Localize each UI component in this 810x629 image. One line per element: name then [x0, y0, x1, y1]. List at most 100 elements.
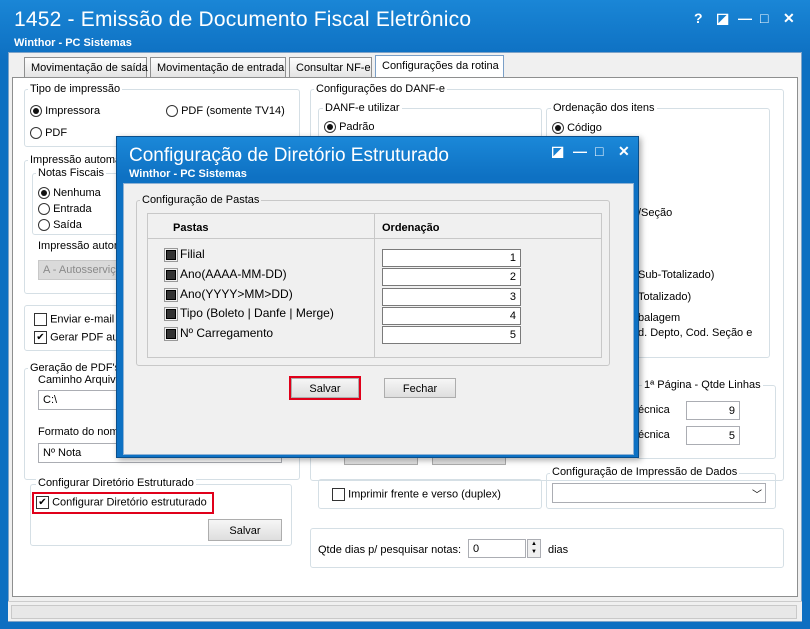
pagina-linhas-group [636, 385, 776, 459]
dialog-client: Configuração de Pastas Pastas Ordenação … [123, 183, 634, 455]
radio-saida-icon [38, 219, 50, 232]
radio-nenhuma[interactable]: Nenhuma [38, 187, 101, 200]
radio-impressora-icon [30, 105, 42, 118]
radio-pdf-tv14[interactable]: PDF (somente TV14) [166, 105, 285, 118]
pasta-row-3[interactable]: Ano(YYYY>MM>DD) [164, 287, 293, 302]
enviar-email-label: Enviar e-mail a [50, 313, 124, 326]
impressao-automatica-select[interactable]: A - Autosserviço [38, 260, 124, 280]
ordenacao-secao-text: /Seção [638, 207, 673, 219]
radio-pdf-tv14-icon [166, 105, 178, 118]
pasta-row-3-label: Ano(YYYY>MM>DD) [180, 287, 293, 301]
danfe-utilizar-label: DANF-e utilizar [323, 102, 402, 114]
radio-impressora-label: Impressora [45, 105, 101, 117]
status-bar-inner [11, 605, 797, 619]
radio-pdf-tv14-label: PDF (somente TV14) [181, 105, 285, 117]
email-pdf-group [24, 305, 128, 351]
configurar-diretorio-checkbox[interactable]: ✔ Configurar Diretório estruturado [32, 492, 214, 514]
radio-nenhuma-label: Nenhuma [53, 187, 101, 199]
linhas-input-2[interactable]: 5 [686, 426, 740, 445]
radio-padrao[interactable]: Padrão [324, 121, 375, 134]
impressao-automatica-label: Impressão autom [36, 240, 125, 252]
pasta-row-2-checkbox[interactable] [164, 267, 178, 282]
tab-configuracoes-rotina[interactable]: Configurações da rotina [375, 55, 504, 78]
tab-movimentacao-entrada[interactable]: Movimentação de entrada [150, 57, 286, 77]
radio-pdf[interactable]: PDF [30, 127, 67, 140]
dialog-maximize-icon[interactable]: □ [595, 143, 603, 159]
geracao-pdfs-label: Geração de PDF's [28, 362, 123, 374]
diretorio-save-button[interactable]: Salvar [208, 519, 282, 541]
window-title: 1452 - Emissão de Documento Fiscal Eletr… [14, 8, 472, 31]
ordenacao-tot-text: Totalizado) [638, 291, 692, 303]
restore-icon[interactable]: ◪ [716, 10, 729, 27]
chevron-down-icon: ﹀ [752, 490, 762, 501]
config-impressao-select[interactable] [552, 483, 766, 503]
pasta-row-5-checkbox[interactable] [164, 326, 178, 341]
close-icon[interactable]: ✕ [783, 10, 795, 27]
pasta-row-3-checkbox[interactable] [164, 287, 178, 302]
ordem-input-1[interactable]: 1 [382, 249, 521, 267]
radio-pdf-icon [30, 127, 42, 140]
qtde-dias-label: Qtde dias p/ pesquisar notas: [318, 544, 462, 556]
radio-saida[interactable]: Saída [38, 219, 82, 232]
minimize-icon[interactable]: — [738, 10, 752, 26]
qtde-dias-unit: dias [548, 544, 569, 556]
tab-consultar-nfe[interactable]: Consultar NF-e [289, 57, 372, 77]
radio-codigo-label: Código [567, 122, 602, 134]
dialog-close-icon[interactable]: ✕ [618, 143, 630, 160]
radio-entrada[interactable]: Entrada [38, 203, 92, 216]
ordem-input-5[interactable]: 5 [382, 326, 521, 344]
pasta-row-4[interactable]: Tipo (Boleto | Danfe | Merge) [164, 306, 334, 321]
pasta-row-5-label: Nº Carregamento [180, 326, 274, 340]
pagina-linhas-label: 1ª Página - Qtde Linhas [642, 379, 763, 391]
dialog-restore-icon[interactable]: ◪ [551, 143, 564, 160]
ordenacao-emb-text: balagem [638, 312, 681, 324]
pasta-row-1-label: Filial [180, 247, 205, 261]
window-subtitle: Winthor - PC Sistemas [14, 37, 132, 49]
pasta-row-4-checkbox[interactable] [164, 306, 178, 321]
linhas-label-2: écnica [638, 429, 670, 441]
duplex-checkbox[interactable]: Imprimir frente e verso (duplex) [332, 488, 501, 501]
qtde-dias-stepper[interactable]: ▲ ▼ [527, 539, 541, 558]
configurar-diretorio-box: ✔ [36, 496, 49, 509]
pastas-group-label: Configuração de Pastas [140, 194, 262, 206]
ordenacao-depto-text: d. Depto, Cod. Seção e [638, 327, 753, 339]
gerar-pdf-checkbox[interactable]: ✔ Gerar PDF aut [34, 331, 122, 344]
ordem-input-4[interactable]: 4 [382, 307, 521, 325]
radio-saida-label: Saída [53, 219, 82, 231]
enviar-email-checkbox[interactable]: Enviar e-mail a [34, 313, 123, 326]
notas-fiscais-label: Notas Fiscais [36, 167, 107, 179]
dialog-title: Configuração de Diretório Estruturado [129, 145, 450, 166]
caminho-arquivo-input[interactable]: C:\ [38, 390, 122, 410]
diretorio-dialog: Configuração de Diretório Estruturado Wi… [116, 136, 639, 458]
pasta-row-5[interactable]: Nº Carregamento [164, 326, 274, 341]
pastas-body: Filial Ano(AAAA-MM-DD) Ano(YYYY>MM>DD) T… [147, 239, 602, 358]
ordenacao-column: 1 2 3 4 5 [382, 249, 521, 349]
dialog-save-button[interactable]: Salvar [289, 376, 361, 400]
tipo-impressao-label: Tipo de impressão [28, 83, 123, 95]
radio-codigo-icon [552, 122, 564, 135]
help-icon[interactable]: ? [694, 10, 703, 26]
qtde-dias-input[interactable]: 0 [468, 539, 526, 558]
ordenacao-label: Ordenação dos itens [551, 102, 657, 114]
config-impressao-label: Configuração de Impressão de Dados [550, 466, 740, 478]
pasta-row-1-checkbox[interactable] [164, 247, 178, 262]
radio-impressora[interactable]: Impressora [30, 105, 101, 118]
status-bar [8, 601, 802, 621]
pasta-row-2[interactable]: Ano(AAAA-MM-DD) [164, 267, 287, 282]
pasta-row-1[interactable]: Filial [164, 247, 205, 262]
diretorio-group-label: Configurar Diretório Estruturado [36, 477, 196, 489]
dialog-close-button[interactable]: Fechar [384, 378, 456, 398]
dialog-minimize-icon[interactable]: — [573, 143, 587, 159]
ordem-input-3[interactable]: 3 [382, 288, 521, 306]
radio-codigo[interactable]: Código [552, 122, 602, 135]
maximize-icon[interactable]: □ [760, 10, 768, 26]
ordem-input-2[interactable]: 2 [382, 268, 521, 286]
body-divider [374, 239, 375, 357]
col-ordenacao-header: Ordenação [382, 222, 440, 234]
linhas-input-1[interactable]: 9 [686, 401, 740, 420]
dialog-subtitle: Winthor - PC Sistemas [129, 168, 247, 180]
tab-movimentacao-saida[interactable]: Movimentação de saída [24, 57, 148, 77]
duplex-box [332, 488, 345, 501]
gerar-pdf-label: Gerar PDF aut [50, 331, 122, 344]
radio-padrao-icon [324, 121, 336, 134]
